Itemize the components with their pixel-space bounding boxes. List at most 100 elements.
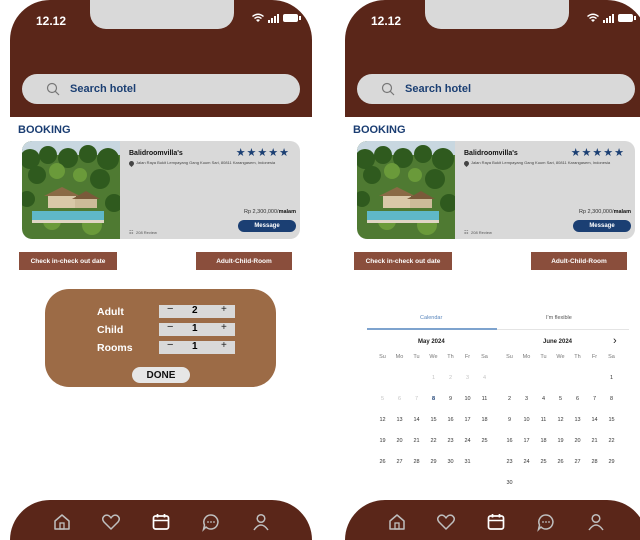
day-cell[interactable]: 23 [501,459,518,480]
day-cell[interactable]: 20 [391,438,408,459]
decrement-button[interactable]: − [167,339,173,351]
hotel-address: Jalan Raya Bukit Lempayang Gang Kuum Sar… [471,160,611,165]
phone-screen-guests: 12.12 Search hotel BOOKING Balidroomvill… [10,0,312,540]
day-cell[interactable]: 4 [535,396,552,417]
day-cell[interactable]: 3 [518,396,535,417]
day-cell[interactable]: 9 [442,396,459,417]
day-cell[interactable]: 22 [603,438,620,459]
search-bar[interactable]: Search hotel [22,74,300,104]
next-month-chevron-icon[interactable]: › [613,335,617,347]
adult-child-room-button[interactable]: Adult-Child-Room [531,252,627,270]
bottom-nav [10,500,312,540]
chat-icon[interactable] [536,512,556,532]
search-bar[interactable]: Search hotel [357,74,635,104]
increment-button[interactable]: + [221,340,227,351]
day-cell[interactable]: 1 [603,375,620,396]
day-cell[interactable]: 18 [535,438,552,459]
day-cell[interactable]: 26 [374,459,391,480]
app-header: 12.12 Search hotel [10,0,312,117]
message-button[interactable]: Message [238,220,296,232]
day-cell: 5 [380,396,385,402]
day-cell[interactable]: 6 [569,396,586,417]
day-cell[interactable]: 30 [501,480,518,501]
day-cell[interactable]: 12 [552,417,569,438]
profile-icon[interactable] [251,512,271,532]
rooms-stepper[interactable]: − 1 + [159,339,235,354]
search-icon [46,82,60,96]
day-cell[interactable]: 14 [586,417,603,438]
day-cell[interactable]: 16 [501,438,518,459]
calendar-icon[interactable] [486,512,506,532]
day-cell[interactable]: 23 [442,438,459,459]
adult-stepper[interactable]: − 2 + [159,303,235,318]
child-stepper[interactable]: − 1 + [159,321,235,336]
day-cell[interactable]: 18 [476,417,493,438]
check-in-out-button[interactable]: Check in-check out date [19,252,117,270]
weekday-label: Fr [591,354,598,360]
day-cell[interactable]: 7 [586,396,603,417]
day-cell[interactable]: 9 [501,417,518,438]
day-cell[interactable]: 17 [518,438,535,459]
day-cell[interactable]: 19 [374,438,391,459]
day-cell[interactable]: 21 [408,438,425,459]
price-unit: malam [613,209,631,215]
day-cell[interactable]: 8 [603,396,620,417]
increment-button[interactable]: + [221,304,227,315]
done-button[interactable]: DONE [132,367,190,383]
day-cell[interactable]: 24 [459,438,476,459]
day-cell[interactable]: 14 [408,417,425,438]
day-cell[interactable]: 5 [552,396,569,417]
day-cell[interactable]: 13 [569,417,586,438]
day-cell[interactable]: 28 [408,459,425,480]
calendar-icon[interactable] [151,512,171,532]
hotel-card[interactable]: Balidroomvilla's ★★★★★ Jalan Raya Bukit … [22,141,300,239]
day-cell[interactable]: 21 [586,438,603,459]
day-cell[interactable]: 19 [552,438,569,459]
day-cell[interactable]: 29 [425,459,442,480]
day-cell[interactable]: 24 [518,459,535,480]
decrement-button[interactable]: − [167,303,173,315]
chat-icon[interactable] [201,512,221,532]
decrement-button[interactable]: − [167,321,173,333]
day-cell[interactable]: 25 [535,459,552,480]
day-cell[interactable]: 27 [391,459,408,480]
empty-day [374,375,391,396]
check-in-out-button[interactable]: Check in-check out date [354,252,452,270]
day-cell[interactable]: 2 [501,396,518,417]
tab-flexible[interactable]: I'm flexible [546,315,572,321]
guest-label: Rooms [97,342,133,354]
hotel-card[interactable]: Balidroomvilla's ★★★★★ Jalan Raya Bukit … [357,141,635,239]
day-cell[interactable]: 30 [442,459,459,480]
day-cell[interactable]: 15 [425,417,442,438]
tab-calendar[interactable]: Calendar [420,315,442,321]
day-cell[interactable]: 22 [425,438,442,459]
day-cell[interactable]: 13 [391,417,408,438]
day-cell[interactable]: 12 [374,417,391,438]
day-cell[interactable]: 31 [459,459,476,480]
day-cell[interactable]: 10 [459,396,476,417]
adult-child-room-button[interactable]: Adult-Child-Room [196,252,292,270]
heart-icon[interactable] [101,512,121,532]
search-placeholder: Search hotel [70,83,137,95]
profile-icon[interactable] [586,512,606,532]
day-cell[interactable]: 17 [459,417,476,438]
day-cell[interactable]: 26 [552,459,569,480]
day-cell[interactable]: 27 [569,459,586,480]
day-cell[interactable]: 29 [603,459,620,480]
search-placeholder: Search hotel [405,83,472,95]
heart-icon[interactable] [436,512,456,532]
message-button[interactable]: Message [573,220,631,232]
home-icon[interactable] [387,512,407,532]
day-cell[interactable]: 15 [603,417,620,438]
home-icon[interactable] [52,512,72,532]
day-cell[interactable]: 16 [442,417,459,438]
increment-button[interactable]: + [221,322,227,333]
day-cell[interactable]: 28 [586,459,603,480]
day-cell[interactable]: 10 [518,417,535,438]
day-cell[interactable]: 11 [535,417,552,438]
hotel-name: Balidroomvilla's [464,150,518,157]
day-cell[interactable]: 11 [476,396,493,417]
day-cell[interactable]: 20 [569,438,586,459]
day-cell[interactable]: 25 [476,438,493,459]
day-cell[interactable]: 8 [425,396,442,417]
